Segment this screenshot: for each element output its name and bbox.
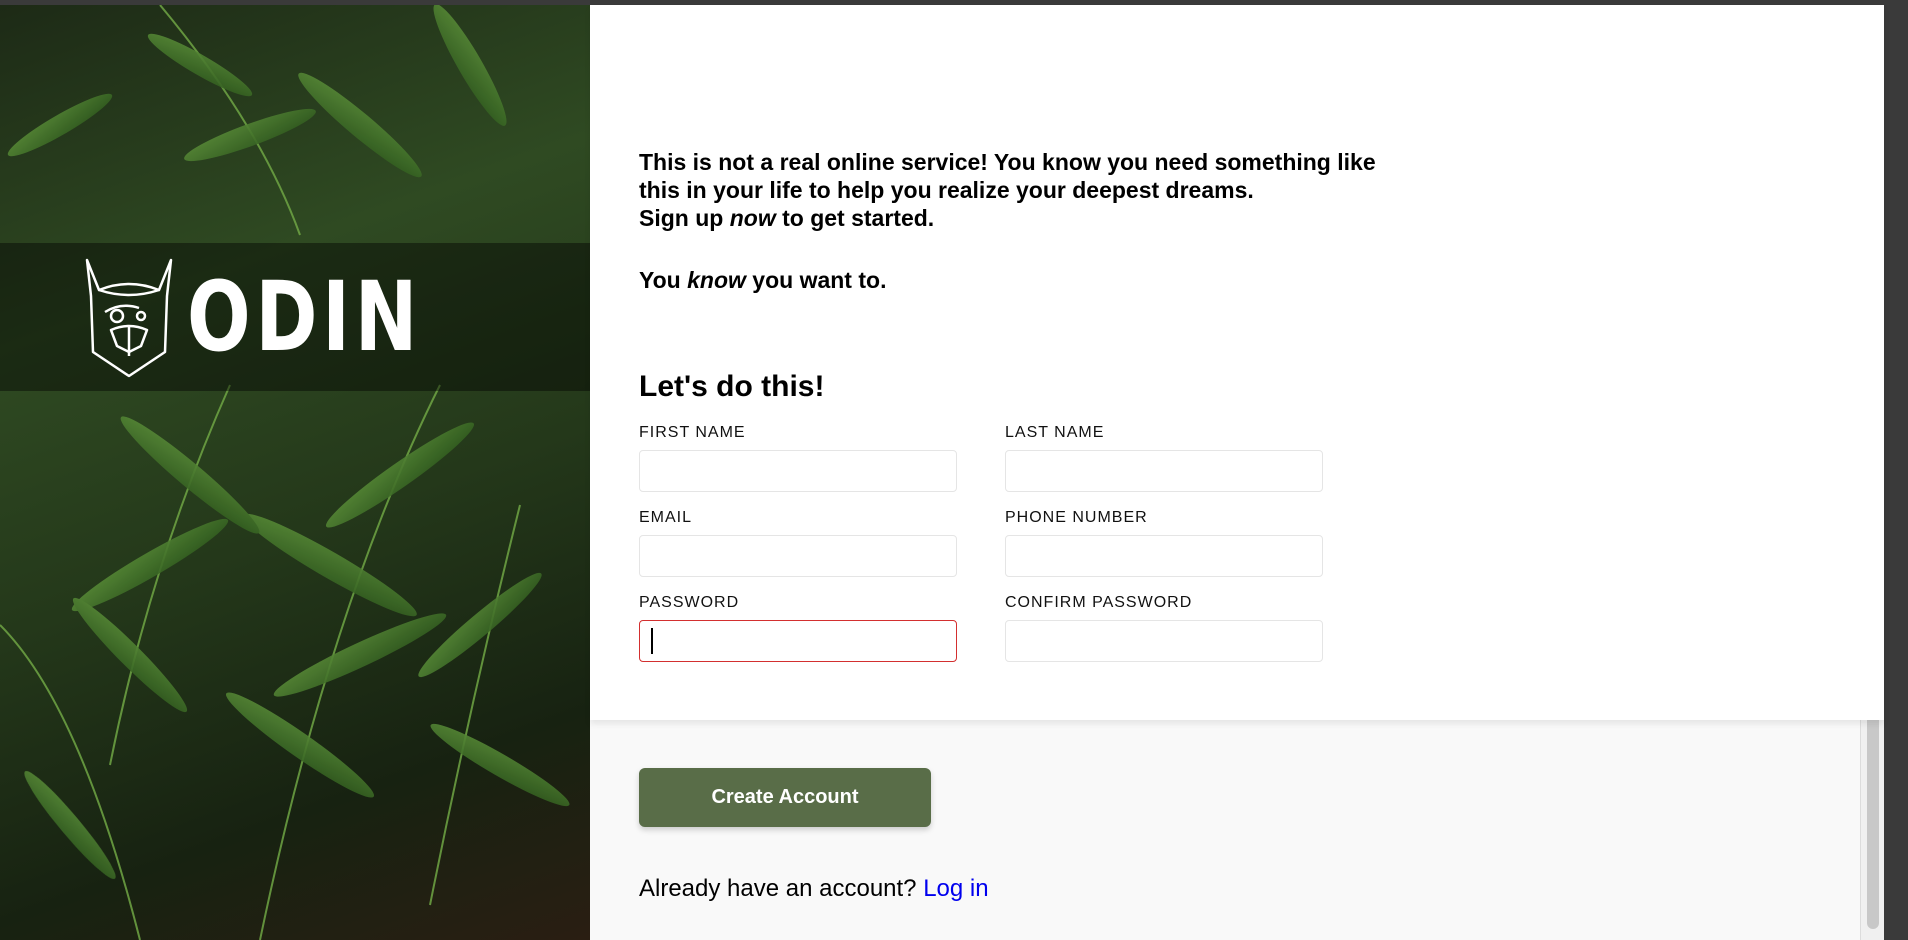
password-label: PASSWORD (639, 594, 740, 611)
intro-line-1: This is not a real online service! You k… (639, 149, 1376, 175)
signup-content: This is not a real online service! You k… (590, 5, 1884, 940)
fern-background-image (0, 5, 570, 940)
signup-form: FIRST NAME LAST NAME EMAIL PHONE NUMBER … (639, 424, 1884, 679)
confirm-password-label: CONFIRM PASSWORD (1005, 594, 1193, 611)
viking-helmet-icon (86, 258, 173, 378)
email-label: EMAIL (639, 509, 693, 526)
tagline-post: you want to. (745, 267, 887, 293)
password-input[interactable] (639, 620, 957, 662)
login-prompt-text: Already have an account? (639, 875, 917, 902)
tagline-pre: You (639, 267, 688, 293)
intro-line-3-pre: Sign up (639, 205, 730, 231)
phone-number-input[interactable] (1005, 535, 1323, 577)
text-cursor (651, 628, 653, 654)
confirm-password-field: CONFIRM PASSWORD (1005, 594, 1323, 662)
last-name-field: LAST NAME (1005, 424, 1323, 492)
first-name-field: FIRST NAME (639, 424, 957, 492)
form-heading: Let's do this! (639, 370, 825, 403)
intro-line-3-post: to get started. (775, 205, 935, 231)
intro-line-2: this in your life to help you realize yo… (639, 177, 1254, 203)
last-name-label: LAST NAME (1005, 424, 1105, 441)
phone-number-field: PHONE NUMBER (1005, 509, 1323, 577)
odin-logo: ODIN (81, 256, 488, 378)
password-field: PASSWORD (639, 594, 957, 662)
create-account-button[interactable]: Create Account (639, 768, 931, 827)
first-name-label: FIRST NAME (639, 424, 746, 441)
login-prompt: Already have an account? Log in (639, 875, 1884, 903)
phone-number-label: PHONE NUMBER (1005, 509, 1148, 526)
logo-text: ODIN (187, 261, 423, 373)
confirm-password-input[interactable] (1005, 620, 1323, 662)
email-field: EMAIL (639, 509, 957, 577)
first-name-input[interactable] (639, 450, 957, 492)
tagline-emphasis: know (687, 267, 746, 293)
intro-tagline: You know you want to. (639, 266, 1439, 294)
intro-line-3-emphasis: now (729, 205, 776, 231)
intro-section: This is not a real online service! You k… (590, 5, 1884, 720)
hero-image-panel: ODIN (0, 5, 590, 940)
logo-banner: ODIN (0, 243, 590, 391)
login-link[interactable]: Log in (923, 875, 988, 902)
intro-paragraph: This is not a real online service! You k… (639, 148, 1439, 232)
last-name-input[interactable] (1005, 450, 1323, 492)
email-input[interactable] (639, 535, 957, 577)
form-actions: Create Account Already have an account? … (590, 720, 1884, 903)
